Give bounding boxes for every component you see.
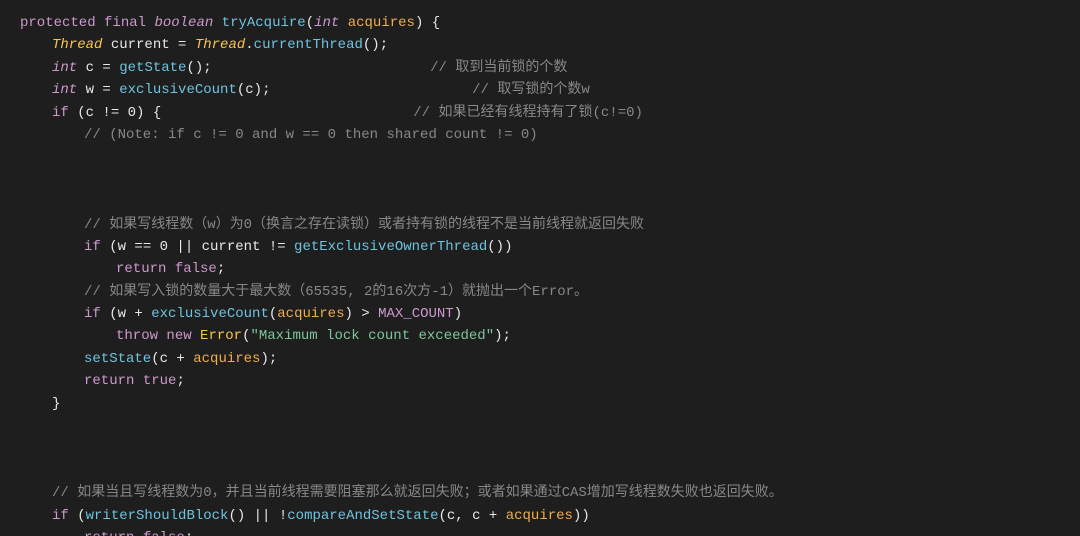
method-getExclusiveOwnerThread: getExclusiveOwnerThread — [294, 236, 487, 258]
code-line-11: // 如果写入锁的数量大于最大数（65535, 2的16次方-1）就抛出一个Er… — [20, 281, 1060, 303]
param-acquires4: acquires — [506, 505, 573, 527]
code-line-7 — [20, 146, 1060, 213]
comment-exclusiveCount: // 取写锁的个数w — [472, 79, 590, 101]
const-MAX_COUNT: MAX_COUNT — [378, 303, 454, 325]
method-getState: getState — [119, 57, 186, 79]
class-Error: Error — [200, 325, 242, 347]
method-compareAndSetState: compareAndSetState — [287, 505, 438, 527]
keyword-boolean: boolean — [154, 12, 213, 34]
code-line-3: int c = getState (); // 取到当前锁的个数 — [20, 57, 1060, 79]
code-line-14: setState (c + acquires ); — [20, 348, 1060, 370]
keyword-true1: true — [143, 370, 177, 392]
class-Thread-static: Thread — [195, 34, 245, 56]
keyword-false1: false — [175, 258, 217, 280]
comment-max-count: // 如果写入锁的数量大于最大数（65535, 2的16次方-1）就抛出一个Er… — [84, 281, 588, 303]
comment-if-c: // 如果已经有线程持有了锁(c!=0) — [413, 102, 643, 124]
method-tryAcquire: tryAcquire — [222, 12, 306, 34]
keyword-return-false1: return — [116, 258, 166, 280]
keyword-protected: protected — [20, 12, 96, 34]
comment-write-thread: // 如果写线程数（w）为0（换言之存在读锁）或者持有锁的线程不是当前线程就返回… — [84, 214, 644, 236]
code-block: protected final boolean tryAcquire ( int… — [0, 0, 1080, 536]
code-line-1: protected final boolean tryAcquire ( int… — [20, 12, 1060, 34]
method-exclusiveCount2: exclusiveCount — [151, 303, 269, 325]
code-line-2: Thread current = Thread . currentThread … — [20, 34, 1060, 56]
method-exclusiveCount-w: exclusiveCount — [119, 79, 237, 101]
param-acquires2: acquires — [277, 303, 344, 325]
keyword-int-w: int — [52, 79, 77, 101]
code-line-9: if (w == 0 || current != getExclusiveOwn… — [20, 236, 1060, 258]
code-line-13: throw new Error ( "Maximum lock count ex… — [20, 325, 1060, 347]
comment-getState: // 取到当前锁的个数 — [430, 57, 567, 79]
keyword-final: final — [104, 12, 146, 34]
code-line-4: int w = exclusiveCount (c); // 取写锁的个数w — [20, 79, 1060, 101]
code-line-19: if ( writerShouldBlock () || ! compareAn… — [20, 505, 1060, 527]
comment-writer-block: // 如果当且写线程数为0，并且当前线程需要阻塞那么就返回失败；或者如果通过CA… — [52, 482, 783, 504]
keyword-if-w2: if — [84, 303, 101, 325]
code-line-12: if (w + exclusiveCount ( acquires ) > MA… — [20, 303, 1060, 325]
code-line-16: } — [20, 393, 1060, 415]
param-acquires3: acquires — [193, 348, 260, 370]
comment-note: // (Note: if c != 0 and w == 0 then shar… — [84, 124, 538, 146]
keyword-return-true1: return — [84, 370, 134, 392]
keyword-int-c: int — [52, 57, 77, 79]
code-line-15: return true ; — [20, 370, 1060, 392]
keyword-return-false2: return — [84, 527, 134, 536]
keyword-throw: throw — [116, 325, 158, 347]
code-line-8: // 如果写线程数（w）为0（换言之存在读锁）或者持有锁的线程不是当前线程就返回… — [20, 214, 1060, 236]
method-setState: setState — [84, 348, 151, 370]
method-writerShouldBlock: writerShouldBlock — [86, 505, 229, 527]
method-currentThread: currentThread — [254, 34, 363, 56]
keyword-int-param: int — [314, 12, 339, 34]
class-Thread: Thread — [52, 34, 102, 56]
keyword-false2: false — [143, 527, 185, 536]
keyword-new: new — [166, 325, 191, 347]
param-acquires: acquires — [348, 12, 415, 34]
string-error-msg: "Maximum lock count exceeded" — [250, 325, 494, 347]
code-line-10: return false ; — [20, 258, 1060, 280]
keyword-if-w: if — [84, 236, 101, 258]
code-line-17 — [20, 415, 1060, 482]
code-line-5: if (c != 0) { // 如果已经有线程持有了锁(c!=0) — [20, 102, 1060, 124]
code-line-18: // 如果当且写线程数为0，并且当前线程需要阻塞那么就返回失败；或者如果通过CA… — [20, 482, 1060, 504]
code-line-6: // (Note: if c != 0 and w == 0 then shar… — [20, 124, 1060, 146]
code-line-20: return false ; — [20, 527, 1060, 536]
keyword-if-writer: if — [52, 505, 69, 527]
keyword-if-c: if — [52, 102, 69, 124]
